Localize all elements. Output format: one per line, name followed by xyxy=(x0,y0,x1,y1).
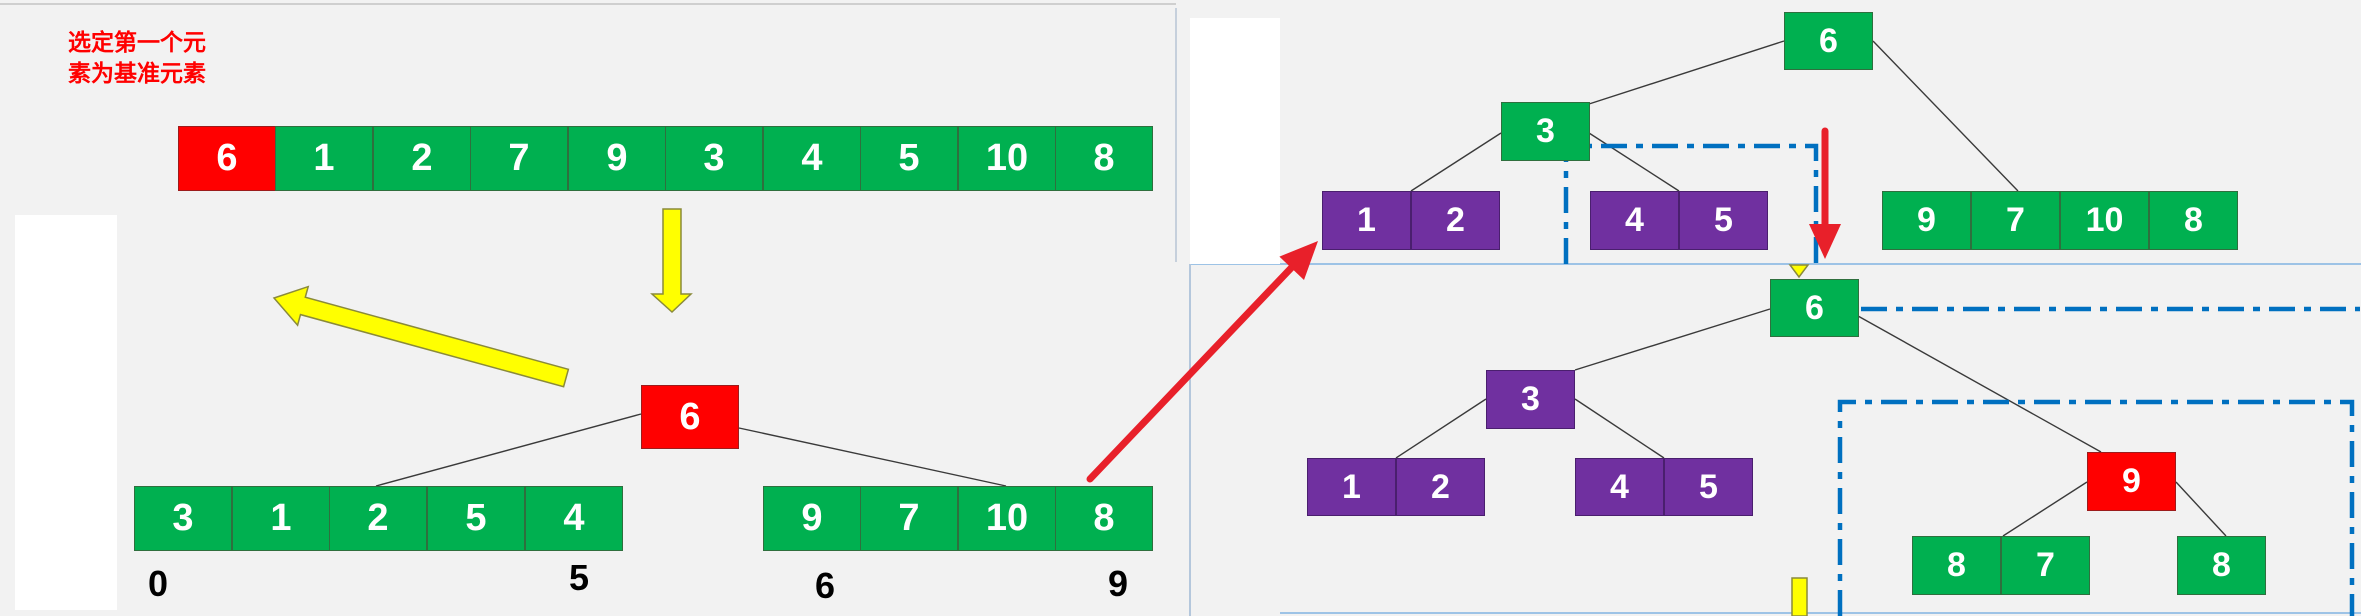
red-step-arrow-shaft xyxy=(1086,261,1298,483)
yellow-arrow-tip-partial xyxy=(1788,264,1810,279)
diagram-arrows xyxy=(272,127,1841,616)
yellow-arrow-shaft-partial xyxy=(1791,577,1808,616)
yellow-back-arrow xyxy=(272,285,570,388)
red-down-arrow-head xyxy=(1809,224,1841,259)
yellow-down-arrow xyxy=(650,208,693,314)
